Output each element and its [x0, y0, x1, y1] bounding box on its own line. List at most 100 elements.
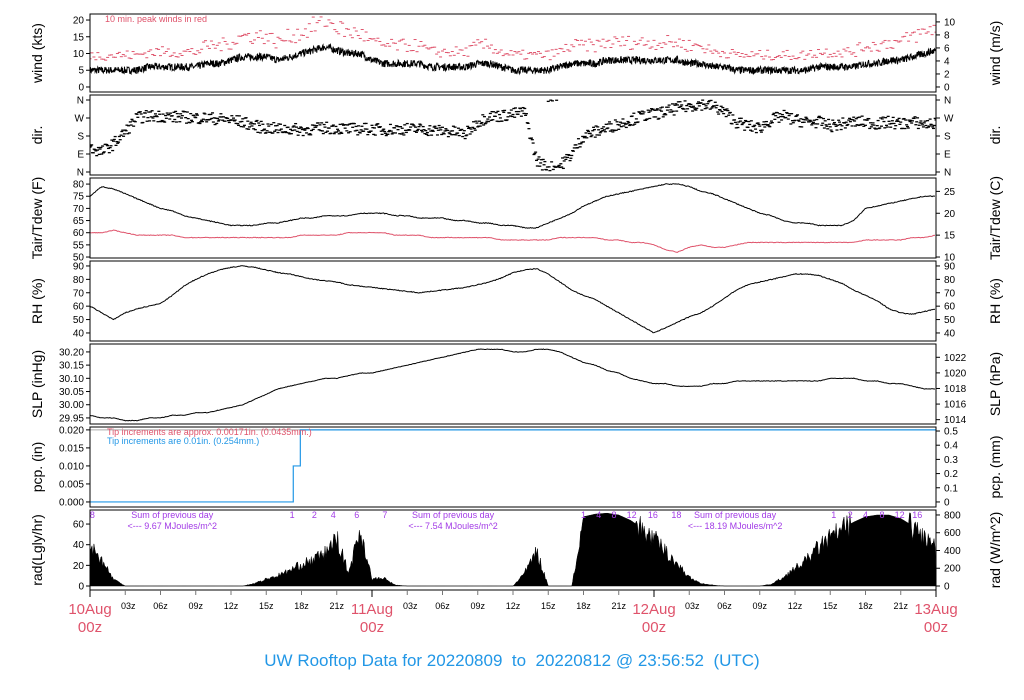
- plot-area-slp: [90, 348, 936, 422]
- tick-label-left: 30.00: [59, 400, 84, 411]
- x-tick-label: 12z: [224, 601, 239, 611]
- panel-frame: [89, 13, 937, 93]
- tick-label-right: 1022: [944, 353, 967, 364]
- plot-area-rh: [90, 265, 936, 334]
- peak-wind-note: 10 min. peak winds in red: [105, 14, 207, 24]
- panel-wind: wind (kts) wind (m/s) 0 5 10 15 20 0 2 4 6 8 10 10 mi…: [29, 13, 1003, 93]
- tick-label-right: 40: [944, 328, 956, 339]
- y-axis-label-left: RH (%): [29, 278, 45, 324]
- y-axis-label-left: SLP (inHg): [29, 350, 45, 418]
- tick-label-left: 40: [73, 328, 85, 339]
- y-axis-label-right: dir.: [987, 126, 1003, 145]
- tick-label-right: 20: [944, 209, 956, 220]
- series-line-SLP_inHg: [90, 348, 936, 422]
- series-line-wind_mean_kts: [90, 42, 936, 76]
- y-axis-label-left: pcp. (in): [29, 442, 45, 493]
- tick-label-left: 50: [73, 315, 85, 326]
- daily-sum-value: <--- 9.67 MJoules/m^2: [127, 521, 217, 531]
- tick-label-left: 40: [73, 540, 85, 551]
- y-axis-label-right: SLP (hPa): [987, 352, 1003, 416]
- tick-label-left: 0.015: [59, 443, 84, 454]
- tick-label-left: 65: [73, 216, 85, 227]
- hour-mark-label: 6: [354, 510, 359, 520]
- tick-label-right: 60: [944, 302, 956, 313]
- tick-label-left: 80: [73, 180, 85, 191]
- x-tick-label: 06z: [717, 601, 732, 611]
- tick-label-right: W: [944, 114, 954, 125]
- tick-label-right: S: [944, 132, 951, 143]
- tick-label-left: 10: [73, 49, 85, 60]
- hour-mark-label: 1: [581, 510, 586, 520]
- panel-frame: [89, 94, 937, 176]
- tick-label-left: 0.020: [59, 425, 84, 436]
- plot-area-dir: [90, 99, 936, 172]
- tick-label-left: 70: [73, 288, 85, 299]
- daily-sum-label: Sum of previous day: [412, 510, 495, 520]
- chart-title: UW Rooftop Data for 20220809 to 20220812…: [264, 651, 759, 670]
- panel-frame: [89, 177, 937, 259]
- y-axis-label-left: wind (kts): [29, 23, 45, 84]
- x-time-label: 00z: [360, 619, 384, 636]
- panel-temp: Tair/Tdew (F) Tair/Tdew (C)50556065707580…: [29, 176, 1003, 264]
- tick-label-left: 80: [73, 275, 85, 286]
- plot-area-temp: [90, 183, 936, 253]
- tick-label-right: 0.1: [944, 483, 958, 494]
- tick-label-right: 600: [944, 528, 961, 539]
- y-axis-label-right: wind (m/s): [987, 21, 1003, 87]
- y-axis-label-left: rad(Lgly/hr): [29, 514, 45, 586]
- tip-note-blue: Tip increments are 0.01in. (0.254mm.): [107, 436, 259, 446]
- tick-label-right: 0.3: [944, 455, 958, 466]
- tick-label-left: 20: [73, 16, 85, 27]
- tick-label-right: N: [944, 168, 951, 179]
- tick-label-right: 200: [944, 564, 961, 575]
- daily-sum-label: Sum of previous day: [131, 510, 214, 520]
- tick-label-left: 75: [73, 192, 85, 203]
- tick-label-left: 60: [73, 302, 85, 313]
- x-tick-label: 18z: [576, 601, 591, 611]
- tick-label-right: 0.4: [944, 441, 958, 452]
- x-tick-label: 21z: [893, 601, 908, 611]
- daily-sum-label: Sum of previous day: [694, 510, 777, 520]
- series-line-Tair_F: [90, 183, 935, 229]
- panel-dir: dir. dir.NESWNNESWN: [29, 94, 1003, 179]
- tick-label-right: 1018: [944, 384, 967, 395]
- tick-label-right: 25: [944, 187, 956, 198]
- tick-label-right: 10: [944, 17, 956, 28]
- series-line-RH_pct: [90, 265, 936, 334]
- tick-label-right: 0: [944, 497, 950, 508]
- y-axis-label-right: RH (%): [987, 278, 1003, 324]
- hour-mark-label: 1: [290, 510, 295, 520]
- panel-frame: [89, 343, 937, 425]
- y-axis-label-right: pcp. (mm): [987, 436, 1003, 499]
- y-axis-label-right: rad (W/m^2): [987, 512, 1003, 589]
- tick-label-left: 20: [73, 561, 85, 572]
- tick-label-left: 29.95: [59, 413, 84, 424]
- tick-label-right: 1014: [944, 415, 967, 426]
- y-axis-label-right: Tair/Tdew (C): [987, 176, 1003, 260]
- panel-rad: rad(Lgly/hr) rad (W/m^2)02040600200400600…: [29, 509, 1003, 593]
- tick-label-left: 90: [73, 261, 85, 272]
- tick-label-right: 800: [944, 510, 961, 521]
- tick-label-right: 50: [944, 315, 956, 326]
- x-time-label: 00z: [924, 619, 948, 636]
- x-tick-label: 09z: [752, 601, 767, 611]
- tick-label-left: S: [77, 132, 84, 143]
- tick-label-right: 0: [944, 82, 950, 93]
- tick-label-left: N: [77, 168, 84, 179]
- x-tick-label: 15z: [541, 601, 556, 611]
- tick-label-right: 1020: [944, 368, 967, 379]
- y-axis-label-left: dir.: [29, 126, 45, 145]
- tick-label-right: 2: [944, 69, 950, 80]
- tick-label-left: 30.05: [59, 387, 84, 398]
- x-tick-label: 06z: [153, 601, 168, 611]
- hour-mark-label: 4: [863, 510, 868, 520]
- tick-label-left: 60: [73, 520, 85, 531]
- tick-label-left: 0.010: [59, 461, 84, 472]
- daily-sum-value: <--- 18.19 MJoules/m^2: [688, 521, 783, 531]
- x-tick-label: 12z: [788, 601, 803, 611]
- x-time-label: 00z: [642, 619, 666, 636]
- plot-area-wind: [90, 16, 936, 76]
- tick-label-right: E: [944, 150, 951, 161]
- tick-label-right: 4: [944, 56, 950, 67]
- tick-label-left: 30.15: [59, 361, 84, 372]
